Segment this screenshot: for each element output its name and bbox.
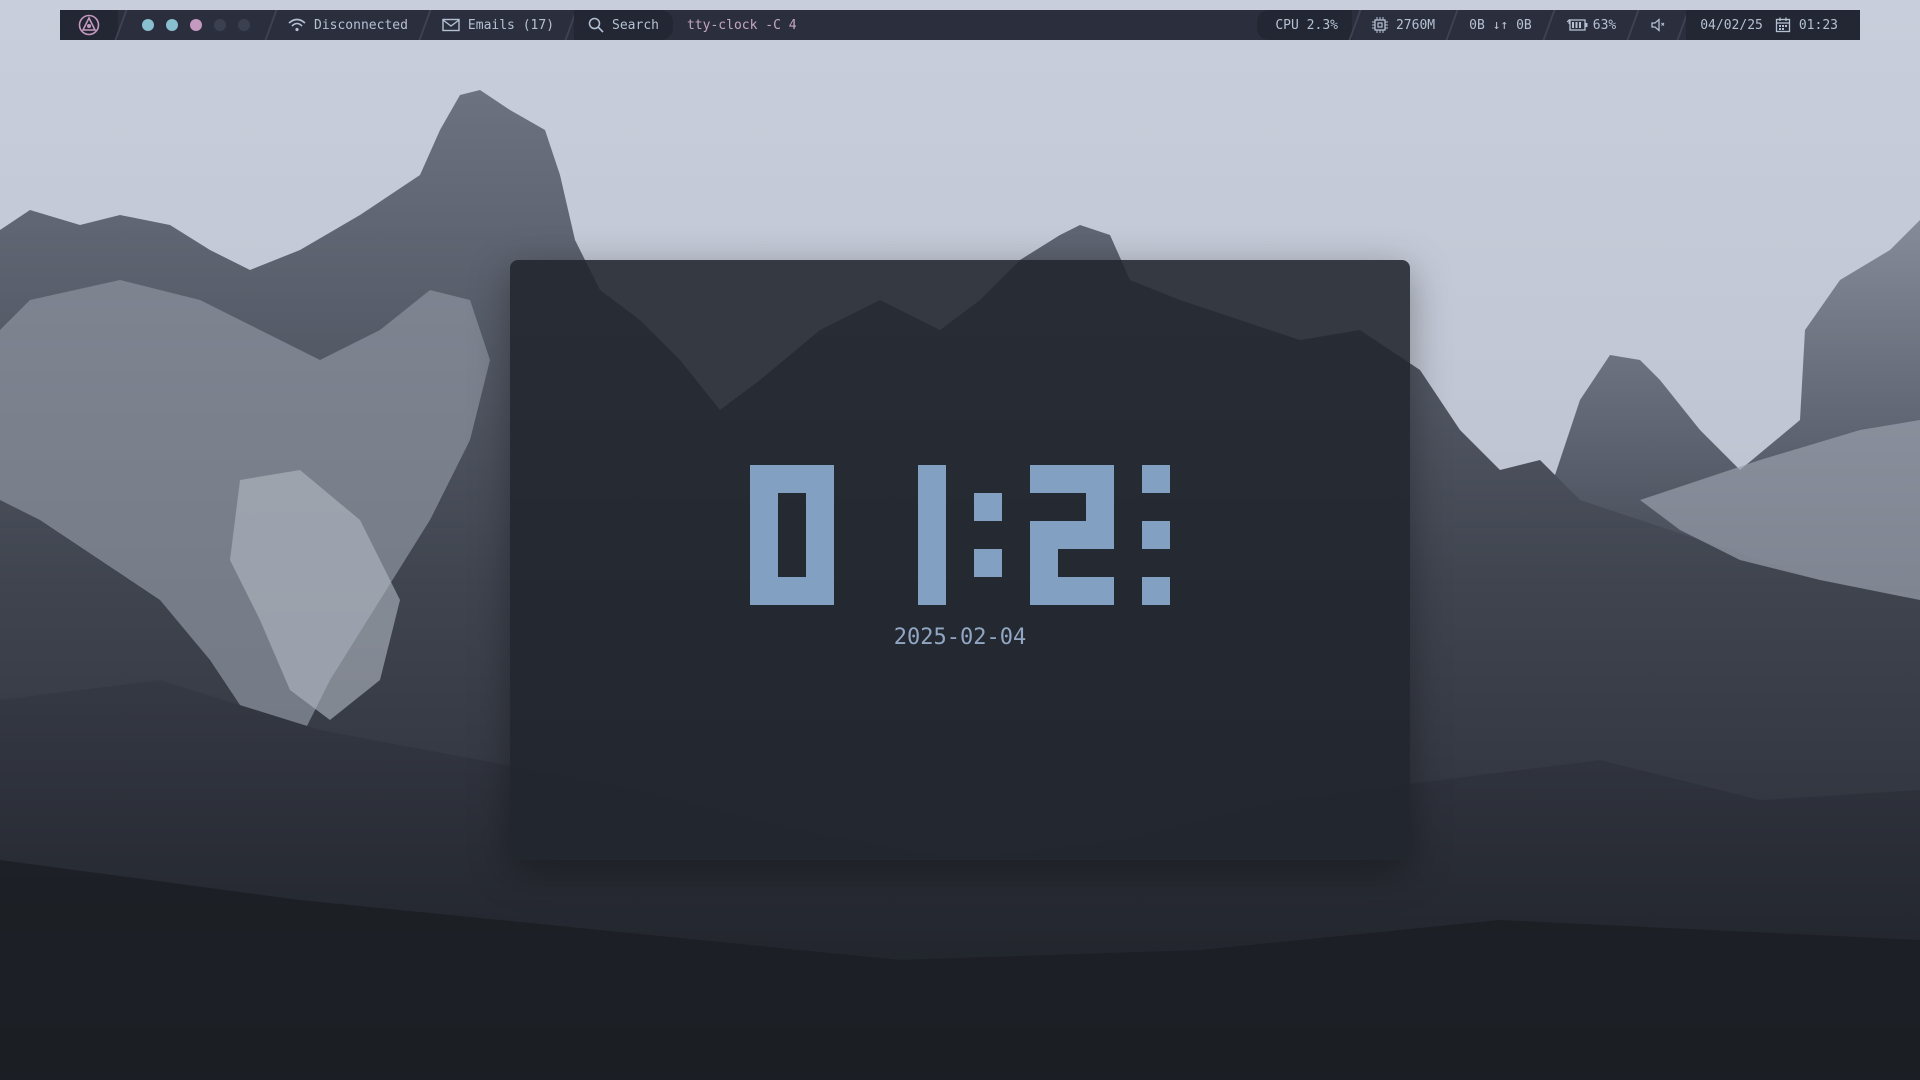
search-icon: [588, 17, 604, 33]
network-label: Disconnected: [314, 17, 408, 33]
workspace-dot-5[interactable]: [238, 19, 250, 31]
time-label: 01:23: [1798, 17, 1838, 33]
battery-icon: [1566, 19, 1588, 31]
network-status[interactable]: Disconnected: [274, 10, 422, 40]
cpu-widget[interactable]: CPU 2.3%: [1257, 10, 1352, 40]
date-time-widget[interactable]: 04/02/25 01:23: [1686, 10, 1860, 40]
workspace-dot-4[interactable]: [214, 19, 226, 31]
clock-digit-2: [918, 465, 946, 605]
workspace-dot-3[interactable]: [190, 19, 202, 31]
workspace-dot-2[interactable]: [166, 19, 178, 31]
chip-icon: [1371, 17, 1388, 33]
traffic-widget[interactable]: 0B ↓↑ 0B: [1455, 10, 1546, 40]
workspace-indicators: [124, 19, 268, 31]
cpu-label: CPU 2.3%: [1275, 17, 1338, 33]
clock-digit-3: [1030, 465, 1114, 605]
active-window-title: tty-clock -C 4: [686, 17, 797, 33]
traffic-label: 0B ↓↑ 0B: [1469, 17, 1532, 33]
mail-icon: [442, 18, 460, 32]
workspace-dot-1[interactable]: [142, 19, 154, 31]
clock-colon: [974, 493, 1002, 577]
battery-widget[interactable]: 63%: [1552, 10, 1630, 40]
clock-digit-1: [750, 465, 834, 605]
volume-button[interactable]: [1636, 10, 1680, 40]
arch-logo-icon: [78, 14, 100, 36]
search-label: Search: [612, 17, 659, 33]
top-status-bar: Disconnected Emails (17) Search tty-cloc…: [60, 10, 1860, 40]
tty-clock-window[interactable]: 2025-02-04: [510, 260, 1410, 860]
date-label: 04/02/25: [1700, 17, 1763, 33]
speaker-icon: [1650, 17, 1666, 33]
clock-digit-4: [1142, 465, 1170, 605]
memory-widget[interactable]: 2760M: [1358, 10, 1449, 40]
emails-button[interactable]: Emails (17): [428, 10, 568, 40]
emails-label: Emails (17): [467, 17, 555, 33]
launcher-button[interactable]: [60, 10, 118, 40]
battery-label: 63%: [1592, 17, 1617, 33]
big-digital-clock: [750, 465, 1170, 605]
calendar-icon: [1775, 17, 1791, 33]
wifi-icon: [288, 18, 306, 32]
clock-date: 2025-02-04: [893, 625, 1027, 650]
search-button[interactable]: Search: [574, 10, 673, 40]
memory-label: 2760M: [1395, 17, 1436, 33]
